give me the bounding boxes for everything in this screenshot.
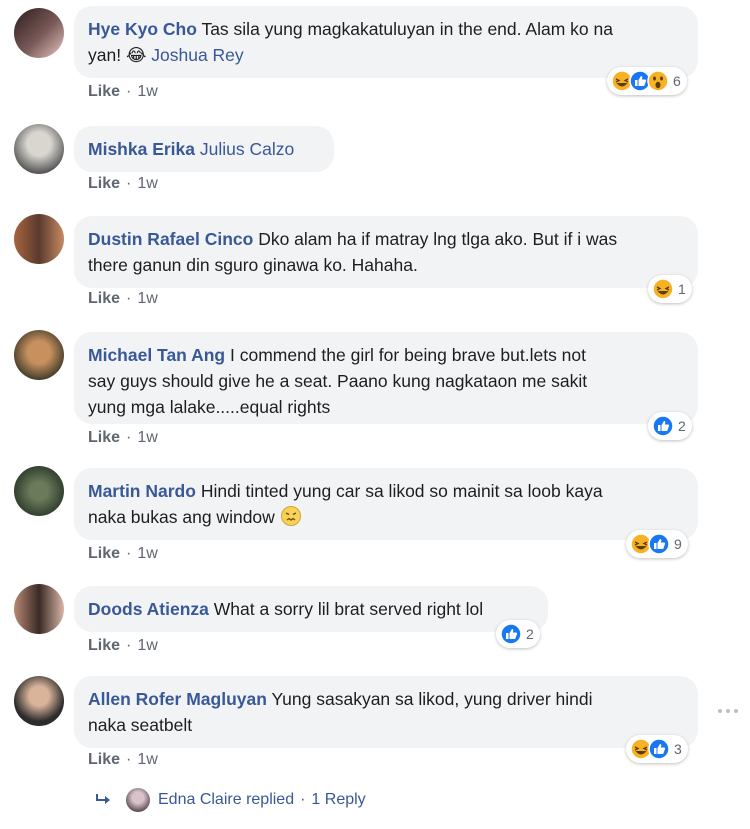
reply-count: 1 Reply (311, 791, 366, 808)
mention-link[interactable]: Joshua Rey (151, 45, 243, 65)
reply-avatar (126, 788, 150, 812)
wow-reaction-icon (647, 70, 669, 92)
comment-meta: Like · 1w (88, 290, 158, 307)
like-button[interactable]: Like (88, 83, 120, 100)
like-button[interactable]: Like (88, 545, 120, 562)
comment-author[interactable]: Mishka Erika (88, 139, 195, 159)
like-button[interactable]: Like (88, 175, 120, 192)
confounded-emoji-icon (280, 506, 301, 526)
comment-text: Hindi tinted yung car sa likod so mainit… (200, 481, 603, 501)
comment-meta: Like · 1w (88, 83, 158, 100)
like-reaction-icon (648, 738, 670, 760)
reply-author: Edna Claire (158, 791, 242, 808)
comment-bubble: Mishka Erika Julius Calzo (74, 126, 334, 172)
comment-text: I commend the girl for being brave but.l… (229, 345, 587, 365)
comment-author[interactable]: Allen Rofer Magluyan (88, 689, 267, 709)
like-button[interactable]: Like (88, 429, 120, 446)
comment-meta: Like · 1w (88, 545, 158, 562)
comment-author[interactable]: Martin Nardo (88, 481, 196, 501)
comment-author[interactable]: Doods Atienza (88, 599, 209, 619)
comment-bubble: Martin Nardo Hindi tinted yung car sa li… (74, 468, 698, 540)
comment-meta: Like · 1w (88, 751, 158, 768)
comment-author[interactable]: Dustin Rafael Cinco (88, 229, 253, 249)
reaction-summary[interactable]: 2 (496, 620, 540, 648)
comment-text: Yung sasakyan sa likod, yung driver hind… (271, 689, 593, 709)
comment-timestamp[interactable]: 1w (137, 545, 157, 562)
like-button[interactable]: Like (88, 751, 120, 768)
avatar[interactable] (14, 584, 64, 634)
comment-text: Tas sila yung magkakatuluyan in the end.… (201, 19, 613, 39)
comment-author[interactable]: Michael Tan Ang (88, 345, 225, 365)
comment-bubble: Hye Kyo Cho Tas sila yung magkakatuluyan… (74, 6, 698, 78)
comment-timestamp[interactable]: 1w (137, 290, 157, 307)
reply-arrow-icon (96, 794, 110, 804)
mention-link[interactable]: Julius Calzo (200, 139, 294, 159)
avatar[interactable] (14, 8, 64, 58)
comment-meta: Like · 1w (88, 429, 158, 446)
haha-reaction-icon (652, 278, 674, 300)
comment-timestamp[interactable]: 1w (137, 83, 157, 100)
avatar[interactable] (14, 214, 64, 264)
like-reaction-icon (652, 415, 674, 437)
reaction-count: 1 (678, 281, 686, 297)
comment-text: say guys should give he a seat. Paano ku… (88, 371, 588, 391)
comment-meta: Like · 1w (88, 637, 158, 654)
reaction-summary[interactable]: 1 (648, 275, 692, 303)
comment-text: yan! 😂 (88, 45, 152, 65)
like-reaction-icon (648, 533, 670, 555)
avatar[interactable] (14, 124, 64, 174)
comment-timestamp[interactable]: 1w (137, 637, 157, 654)
reply-action: replied (246, 791, 295, 808)
comment-text: Dko alam ha if matray lng tlga ako. But … (258, 229, 618, 249)
comment-text: naka seatbelt (88, 715, 193, 735)
like-reaction-icon (500, 623, 522, 645)
comment-author[interactable]: Hye Kyo Cho (88, 19, 197, 39)
reaction-summary[interactable]: 9 (626, 530, 688, 558)
reaction-count: 2 (678, 418, 686, 434)
avatar[interactable] (14, 466, 64, 516)
avatar[interactable] (14, 330, 64, 380)
reaction-summary[interactable]: 3 (626, 735, 688, 763)
like-button[interactable]: Like (88, 290, 120, 307)
more-options-icon[interactable] (716, 704, 740, 718)
view-replies-link[interactable]: Edna Claire replied · 1 Reply (94, 788, 366, 812)
comment-text: naka bukas ang window (88, 507, 275, 527)
comment-bubble: Allen Rofer Magluyan Yung sasakyan sa li… (74, 676, 698, 748)
reaction-count: 9 (674, 536, 682, 552)
comment-meta: Like · 1w (88, 175, 158, 192)
comment-text: there ganun din sguro ginawa ko. Hahaha. (88, 255, 418, 275)
comment-timestamp[interactable]: 1w (137, 751, 157, 768)
like-button[interactable]: Like (88, 637, 120, 654)
comment-bubble: Dustin Rafael Cinco Dko alam ha if matra… (74, 216, 698, 288)
avatar[interactable] (14, 676, 64, 726)
comment-bubble: Michael Tan Ang I commend the girl for b… (74, 332, 698, 424)
reaction-count: 3 (674, 741, 682, 757)
comment-text: What a sorry lil brat served right lol (213, 599, 484, 619)
reaction-count: 2 (526, 626, 534, 642)
reaction-count: 6 (673, 73, 681, 89)
comment-text: yung mga lalake.....equal rights (88, 397, 331, 417)
reaction-summary[interactable]: 2 (648, 412, 692, 440)
comment-bubble: Doods Atienza What a sorry lil brat serv… (74, 586, 548, 632)
comment-timestamp[interactable]: 1w (137, 429, 157, 446)
reaction-summary[interactable]: 6 (607, 67, 687, 95)
comment-timestamp[interactable]: 1w (137, 175, 157, 192)
